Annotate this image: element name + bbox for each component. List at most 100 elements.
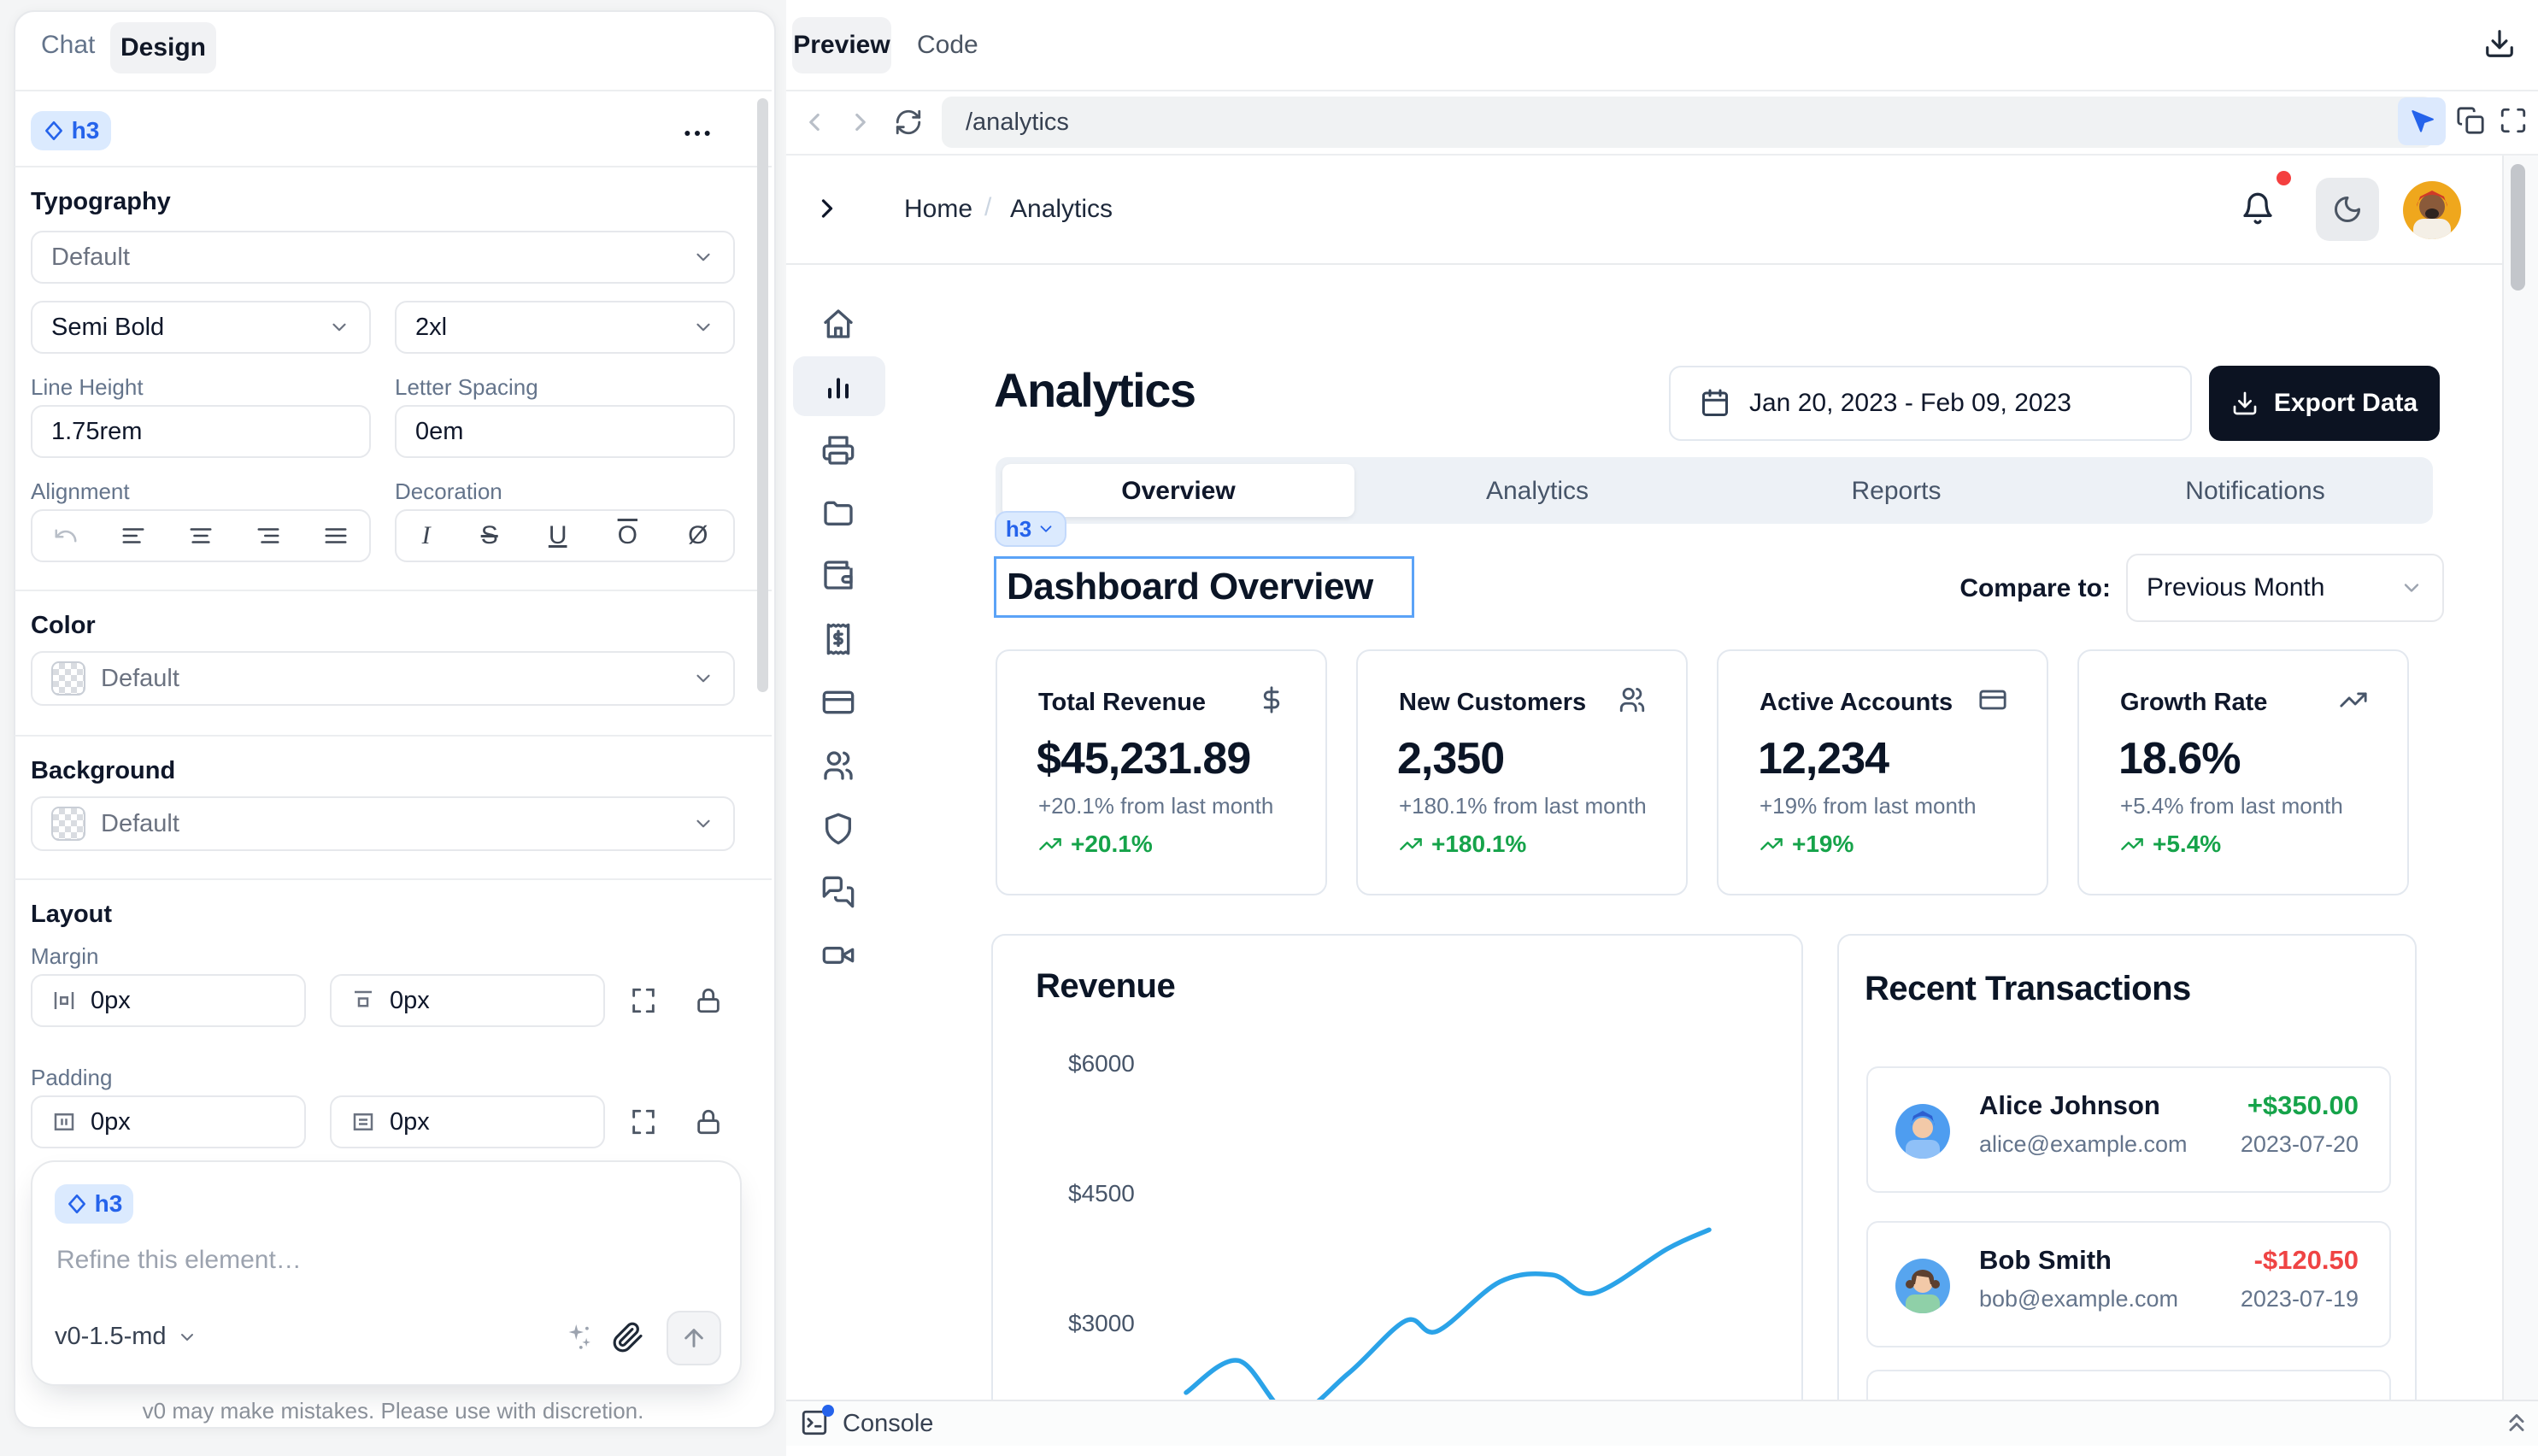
transaction-row[interactable]: Bob Smith bob@example.com -$120.50 2023-… [1866,1221,2391,1347]
margin-label: Margin [31,943,98,970]
divider [786,154,2538,156]
compare-select[interactable]: Previous Month [2126,554,2444,622]
preview-scrollbar-track [2502,156,2538,1400]
inspect-element-chip[interactable]: h3 [995,511,1066,547]
align-center-icon[interactable] [188,523,214,549]
dollar-icon [1257,685,1286,714]
nav-bar-chart-icon[interactable] [821,368,855,402]
v0-workspace: Chat Design h3 Typography Default Semi B… [0,0,2538,1456]
bell-icon[interactable] [2241,191,2275,226]
nav-messages-icon[interactable] [821,875,855,909]
trending-up-icon [2339,685,2368,714]
more-options-icon[interactable] [680,116,714,150]
export-data-button[interactable]: Export Data [2209,366,2440,441]
tab-design[interactable]: Design [110,22,216,73]
margin-x-input[interactable]: 0px [31,974,306,1027]
stat-subtext: +180.1% from last month [1399,793,1647,819]
fullscreen-icon[interactable] [2499,106,2528,135]
sparkles-icon[interactable] [564,1321,596,1353]
tab-preview[interactable]: Preview [792,17,891,73]
arrow-up-icon [680,1324,708,1352]
expand-margin-icon[interactable] [629,986,658,1015]
send-button[interactable] [667,1311,721,1365]
background-select[interactable]: Default [31,796,735,851]
nav-users-icon[interactable] [821,749,855,783]
transaction-row[interactable]: Alice Johnson alice@example.com +$350.00… [1866,1066,2391,1193]
undo-icon[interactable] [53,523,79,549]
forward-icon[interactable] [846,108,875,137]
stat-value: 2,350 [1397,733,1504,784]
tab-analytics-label[interactable]: Analytics [1361,477,1713,506]
color-select[interactable]: Default [31,651,735,706]
lock-margin-icon[interactable] [694,986,723,1015]
nav-video-icon[interactable] [821,938,855,972]
margin-horizontal-icon [51,988,77,1013]
section-title: Dashboard Overview [1007,566,1373,608]
selected-element-chip[interactable]: h3 [31,111,111,150]
nav-receipt-icon[interactable] [821,622,855,656]
overline-icon[interactable]: O [618,521,637,550]
breadcrumb-home[interactable]: Home [904,195,972,224]
theme-toggle-button[interactable] [2316,178,2379,241]
transaction-date: 2023-07-20 [2241,1131,2359,1158]
padding-y-input[interactable]: 0px [330,1095,605,1148]
align-left-icon[interactable] [120,523,146,549]
composer-input[interactable]: Refine this element… [56,1246,302,1275]
font-family-select[interactable]: Default [31,231,735,284]
tab-code[interactable]: Code [917,31,978,60]
align-justify-icon[interactable] [323,523,349,549]
copy-icon[interactable] [2456,106,2485,135]
tab-overview-label[interactable]: Overview [1002,477,1354,506]
nav-folder-icon[interactable] [821,496,855,530]
padding-x-input[interactable]: 0px [31,1095,306,1148]
line-height-input[interactable]: 1.75rem [31,405,371,458]
divider [15,735,772,737]
letter-spacing-input[interactable]: 0em [395,405,735,458]
italic-icon[interactable]: I [422,521,431,550]
date-range-picker[interactable]: Jan 20, 2023 - Feb 09, 2023 [1669,366,2192,441]
align-right-icon[interactable] [256,523,281,549]
underline-icon[interactable]: U [549,521,567,550]
model-selector[interactable]: v0-1.5-md [55,1323,197,1351]
nav-shield-icon[interactable] [821,812,855,846]
nav-printer-icon[interactable] [821,433,855,467]
refresh-icon[interactable] [894,108,923,137]
breadcrumb-current[interactable]: Analytics [1010,195,1113,224]
tab-reports-label[interactable]: Reports [1720,477,2072,506]
transactions-card: Recent Transactions Alice Johnson alice@… [1837,934,2417,1400]
transaction-email: alice@example.com [1979,1131,2188,1158]
back-icon[interactable] [800,108,829,137]
transaction-email: bob@example.com [1979,1286,2178,1312]
attachment-icon[interactable] [612,1321,644,1353]
strikethrough-icon[interactable]: S [481,521,498,550]
download-icon[interactable] [2483,27,2516,60]
tab-notifications-label[interactable]: Notifications [2079,477,2431,506]
margin-y-input[interactable]: 0px [330,974,605,1027]
stat-title: Total Revenue [1038,689,1206,717]
url-bar[interactable]: /analytics [942,97,2434,148]
tab-chat[interactable]: Chat [41,31,95,60]
font-size-select[interactable]: 2xl [395,301,735,354]
console-bar[interactable] [786,1400,2538,1446]
no-decoration-icon[interactable]: Ø [688,521,708,550]
alignment-toolbar [31,509,371,562]
chevron-down-icon [692,316,714,338]
composer-element-chip[interactable]: h3 [55,1184,133,1224]
font-weight-select[interactable]: Semi Bold [31,301,371,354]
expand-padding-icon[interactable] [629,1107,658,1136]
alignment-label: Alignment [31,478,130,505]
chevrons-up-icon[interactable] [2502,1408,2531,1437]
lock-padding-icon[interactable] [694,1107,723,1136]
console-label[interactable]: Console [843,1410,933,1438]
margin-vertical-icon [350,988,376,1013]
nav-wallet-icon[interactable] [821,558,855,592]
transaction-row-partial[interactable] [1866,1370,2391,1400]
avatar[interactable] [2403,181,2461,239]
left-scrollbar[interactable] [757,98,768,692]
inspect-button[interactable] [2398,97,2446,145]
transparent-swatch [51,807,85,841]
preview-scrollbar-thumb[interactable] [2511,164,2525,291]
nav-home-icon[interactable] [821,307,855,341]
nav-credit-card-icon[interactable] [821,685,855,719]
sidebar-toggle-icon[interactable] [812,193,843,224]
